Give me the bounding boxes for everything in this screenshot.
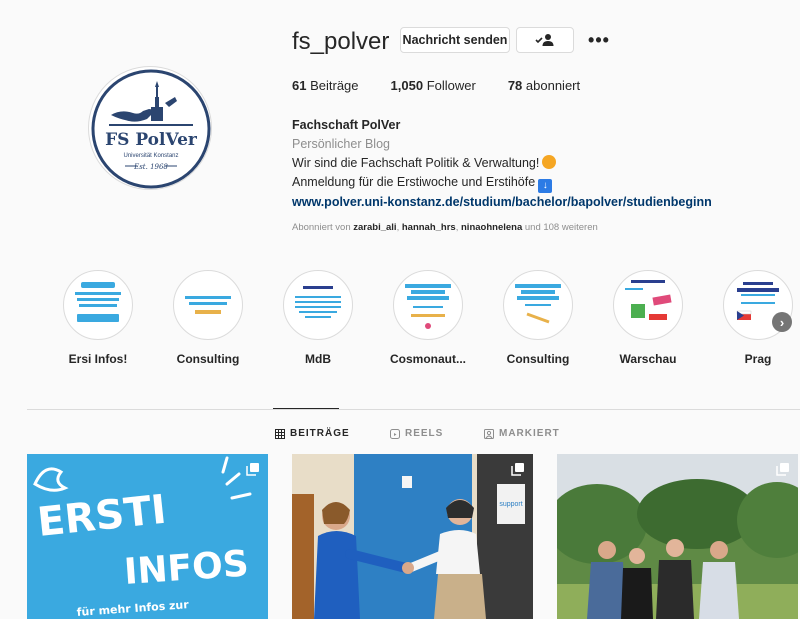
tabs-divider bbox=[27, 409, 800, 410]
highlight-label: Consulting bbox=[506, 352, 570, 366]
highlight-consulting-2[interactable]: Consulting bbox=[498, 270, 578, 366]
post-title-line2: INFOS bbox=[123, 543, 250, 593]
highlight-label: Prag bbox=[744, 352, 772, 366]
highlight-label: Warschau bbox=[619, 352, 677, 366]
bio-line-2: Anmeldung für die Erstiwoche und Erstihö… bbox=[292, 173, 712, 193]
posts-count[interactable]: 61 Beiträge bbox=[292, 78, 359, 93]
highlight-cosmonaut[interactable]: Cosmonaut... bbox=[388, 270, 468, 366]
profile-avatar[interactable]: FS PolVer Universität Konstanz Est. 1968 bbox=[88, 66, 212, 190]
more-options-button[interactable]: ••• bbox=[588, 29, 610, 51]
post-image bbox=[557, 454, 798, 619]
post-image: ERSTI INFOS für mehr Infos zur bbox=[27, 454, 268, 619]
story-highlights: Ersi Infos! Consulting MdB Cosmonaut... … bbox=[58, 270, 798, 380]
tab-tagged[interactable]: MARKIERT bbox=[484, 428, 560, 439]
smile-emoji-icon bbox=[542, 155, 557, 169]
multi-image-icon bbox=[246, 463, 259, 476]
tagged-icon bbox=[484, 428, 494, 439]
highlight-consulting-1[interactable]: Consulting bbox=[168, 270, 248, 366]
reels-icon bbox=[390, 428, 400, 439]
bio-category: Persönlicher Blog bbox=[292, 137, 390, 151]
highlight-thumbnail bbox=[405, 284, 451, 329]
profile-stats: 61 Beiträge 1,050 Follower 78 abonniert bbox=[292, 78, 580, 93]
send-message-button[interactable]: Nachricht senden bbox=[400, 27, 510, 53]
grid-icon bbox=[275, 428, 285, 439]
multi-image-icon bbox=[776, 463, 789, 476]
logo-title: FS PolVer bbox=[105, 130, 198, 150]
profile-username: fs_polver bbox=[292, 28, 390, 55]
tab-reels[interactable]: REELS bbox=[390, 428, 443, 439]
bio-website-link[interactable]: www.polver.uni-konstanz.de/studium/bache… bbox=[292, 193, 712, 212]
highlight-ersi-infos[interactable]: Ersi Infos! bbox=[58, 270, 138, 366]
highlight-label: MdB bbox=[305, 352, 331, 366]
highlights-next-arrow-icon[interactable]: › bbox=[772, 312, 792, 332]
highlight-thumbnail bbox=[185, 296, 231, 314]
post-ersti-infos[interactable]: ERSTI INFOS für mehr Infos zur bbox=[27, 454, 268, 619]
highlight-thumbnail bbox=[515, 284, 561, 324]
following-count[interactable]: 78 abonniert bbox=[508, 78, 580, 93]
post-sign-text: support bbox=[499, 501, 522, 508]
following-button[interactable] bbox=[516, 27, 574, 53]
highlight-warschau[interactable]: Warschau bbox=[608, 270, 688, 366]
down-arrow-emoji-icon: ↓ bbox=[538, 179, 553, 193]
logo-subtitle: Universität Konstanz bbox=[123, 153, 178, 159]
multi-image-icon bbox=[511, 463, 524, 476]
profile-bio: Fachschaft PolVer Persönlicher Blog Wir … bbox=[292, 116, 712, 212]
post-image: support bbox=[292, 454, 533, 619]
highlight-thumbnail bbox=[295, 286, 341, 318]
logo-est: Est. 1968 bbox=[133, 163, 168, 171]
tab-posts[interactable]: BEITRÄGE bbox=[275, 428, 350, 439]
post-handshake[interactable]: support bbox=[292, 454, 533, 619]
followed-by[interactable]: Abonniert von zarabi_ali, hannah_hrs, ni… bbox=[292, 222, 598, 233]
more-icon: ••• bbox=[588, 29, 610, 50]
highlight-label: Cosmonaut... bbox=[389, 352, 466, 366]
highlight-thumbnail bbox=[75, 282, 121, 322]
highlight-thumbnail bbox=[625, 280, 672, 320]
fs-polver-logo: FS PolVer Universität Konstanz Est. 1968 bbox=[91, 69, 211, 189]
person-check-icon bbox=[535, 34, 554, 46]
highlight-label: Consulting bbox=[176, 352, 240, 366]
bio-name: Fachschaft PolVer bbox=[292, 118, 401, 132]
bio-line-1: Wir sind die Fachschaft Politik & Verwal… bbox=[292, 154, 712, 173]
highlight-mdb[interactable]: MdB bbox=[278, 270, 358, 366]
highlight-label: Ersi Infos! bbox=[68, 352, 128, 366]
active-tab-indicator bbox=[273, 408, 339, 409]
followers-count[interactable]: 1,050 Follower bbox=[391, 78, 476, 93]
post-group-photo[interactable] bbox=[557, 454, 798, 619]
